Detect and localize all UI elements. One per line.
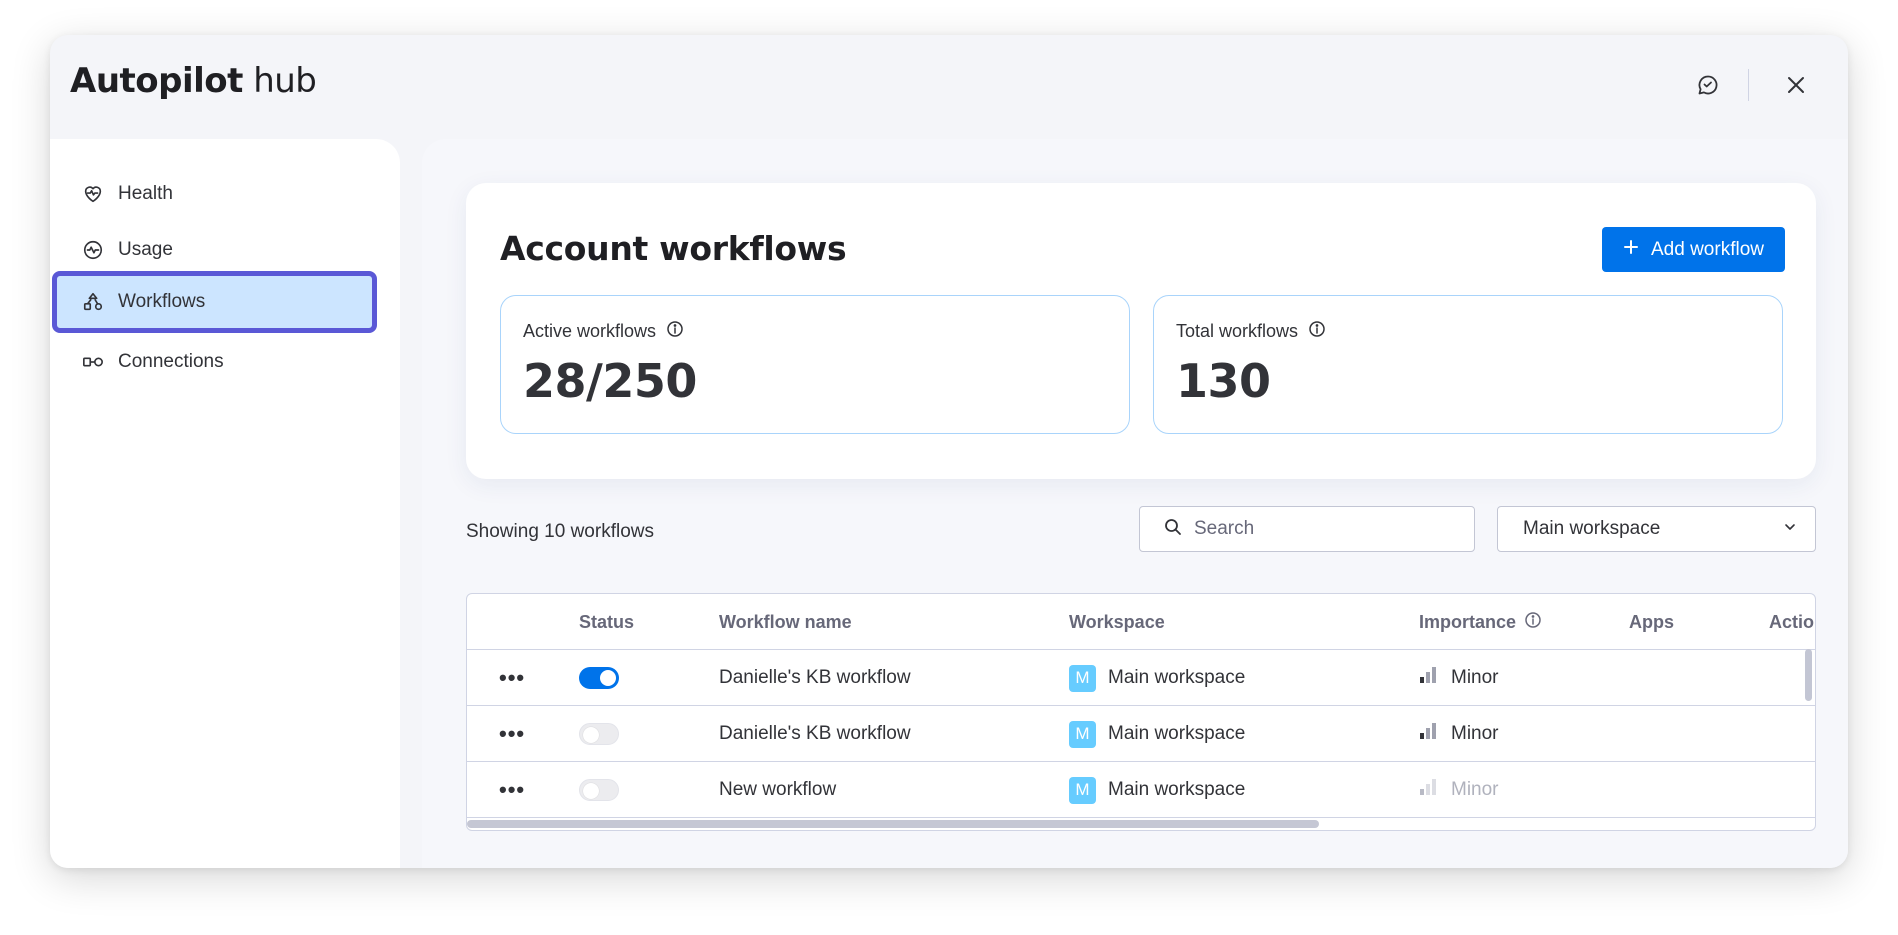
status-cell bbox=[579, 706, 619, 762]
stat-label-row: Total workflows bbox=[1176, 320, 1326, 343]
status-toggle[interactable] bbox=[579, 667, 619, 689]
activity-icon bbox=[82, 239, 104, 261]
account-workflows-card: Account workflows Add workflow Active wo… bbox=[466, 183, 1816, 479]
signal-bars-icon bbox=[1419, 722, 1437, 746]
workspace-select-value: Main workspace bbox=[1523, 518, 1661, 539]
info-icon[interactable] bbox=[1308, 320, 1326, 343]
workflow-name[interactable]: Danielle's KB workflow bbox=[719, 650, 911, 706]
add-workflow-button[interactable]: Add workflow bbox=[1602, 227, 1785, 272]
importance-label: Minor bbox=[1451, 667, 1499, 688]
heart-pulse-icon bbox=[82, 183, 104, 205]
workflows-icon bbox=[82, 291, 104, 313]
active-workflows-stat: Active workflows 28/250 bbox=[500, 295, 1130, 434]
importance-cell: Minor bbox=[1419, 762, 1499, 818]
workspace-cell: M Main workspace bbox=[1069, 762, 1245, 818]
workspace-badge: M bbox=[1069, 720, 1096, 748]
close-icon[interactable] bbox=[1776, 65, 1816, 105]
importance-cell: Minor bbox=[1419, 650, 1499, 706]
column-header-importance[interactable]: Importance bbox=[1419, 594, 1542, 650]
horizontal-scrollbar[interactable] bbox=[467, 820, 1319, 828]
toggle-knob bbox=[583, 783, 599, 799]
status-toggle[interactable] bbox=[579, 723, 619, 745]
main-content: Account workflows Add workflow Active wo… bbox=[422, 139, 1848, 868]
stat-label: Active workflows bbox=[523, 321, 657, 341]
row-menu-button[interactable]: ••• bbox=[499, 762, 525, 818]
showing-count: Showing 10 workflows bbox=[466, 521, 654, 542]
header-divider bbox=[1748, 69, 1749, 101]
workspace-badge: M bbox=[1069, 776, 1096, 804]
toggle-knob bbox=[583, 727, 599, 743]
workspace-badge: M bbox=[1069, 664, 1096, 692]
connections-icon bbox=[82, 351, 104, 373]
column-header-label: Importance bbox=[1419, 611, 1517, 632]
info-icon[interactable] bbox=[1524, 611, 1542, 634]
table-row[interactable]: ••• Danielle's KB workflow M Main worksp… bbox=[467, 706, 1815, 762]
plus-icon bbox=[1623, 239, 1639, 261]
info-icon[interactable] bbox=[666, 320, 684, 343]
sidebar: Health Usage Workflows Connections bbox=[50, 139, 400, 868]
column-header-status[interactable]: Status bbox=[579, 594, 634, 650]
sidebar-item-health[interactable]: Health bbox=[52, 163, 377, 225]
workflow-name[interactable]: New workflow bbox=[719, 762, 836, 818]
more-dots-icon: ••• bbox=[499, 777, 526, 802]
search-field[interactable] bbox=[1139, 506, 1475, 552]
sidebar-item-label: Connections bbox=[118, 351, 224, 372]
signal-bars-icon bbox=[1419, 666, 1437, 690]
importance-label: Minor bbox=[1451, 779, 1499, 800]
table-row[interactable]: ••• New workflow M Main workspace Minor bbox=[467, 762, 1815, 818]
chevron-down-icon bbox=[1783, 518, 1797, 540]
sidebar-item-label: Usage bbox=[118, 239, 173, 260]
sidebar-item-connections[interactable]: Connections bbox=[52, 331, 377, 393]
column-header-actions[interactable]: Actio bbox=[1769, 594, 1814, 650]
workspace-cell: M Main workspace bbox=[1069, 706, 1245, 762]
workspace-select[interactable]: Main workspace bbox=[1497, 506, 1816, 552]
signal-bars-icon bbox=[1419, 778, 1437, 802]
add-workflow-label: Add workflow bbox=[1651, 238, 1764, 260]
column-header-apps[interactable]: Apps bbox=[1629, 594, 1674, 650]
sidebar-item-label: Workflows bbox=[118, 291, 206, 312]
status-toggle[interactable] bbox=[579, 779, 619, 801]
stat-label-row: Active workflows bbox=[523, 320, 684, 343]
more-dots-icon: ••• bbox=[499, 721, 526, 746]
column-header-workspace[interactable]: Workspace bbox=[1069, 594, 1165, 650]
sidebar-item-label: Health bbox=[118, 183, 173, 204]
stat-label: Total workflows bbox=[1176, 321, 1299, 341]
sidebar-item-workflows[interactable]: Workflows bbox=[52, 271, 377, 333]
feedback-chat-icon[interactable] bbox=[1688, 65, 1728, 105]
row-menu-button[interactable]: ••• bbox=[499, 650, 525, 706]
importance-cell: Minor bbox=[1419, 706, 1499, 762]
search-icon bbox=[1164, 518, 1182, 541]
total-workflows-stat: Total workflows 130 bbox=[1153, 295, 1783, 434]
workspace-name: Main workspace bbox=[1108, 667, 1246, 688]
autopilot-hub-window: Autopilot hub Health Usage Workflows Con… bbox=[50, 35, 1848, 868]
app-title: Autopilot hub bbox=[70, 61, 317, 101]
stat-value: 28/250 bbox=[523, 354, 697, 408]
workspace-name: Main workspace bbox=[1108, 723, 1246, 744]
workspace-name: Main workspace bbox=[1108, 779, 1246, 800]
row-menu-button[interactable]: ••• bbox=[499, 706, 525, 762]
vertical-scrollbar[interactable] bbox=[1805, 649, 1812, 701]
workflow-name[interactable]: Danielle's KB workflow bbox=[719, 706, 911, 762]
table-header: Status Workflow name Workspace Importanc… bbox=[467, 594, 1815, 650]
importance-label: Minor bbox=[1451, 723, 1499, 744]
page-title: Account workflows bbox=[500, 229, 847, 268]
toggle-knob bbox=[600, 670, 616, 686]
stat-value: 130 bbox=[1176, 354, 1271, 408]
status-cell bbox=[579, 762, 619, 818]
table-row[interactable]: ••• Danielle's KB workflow M Main worksp… bbox=[467, 650, 1815, 706]
status-cell bbox=[579, 650, 619, 706]
search-input[interactable] bbox=[1194, 518, 1454, 540]
column-header-workflow-name[interactable]: Workflow name bbox=[719, 594, 852, 650]
more-dots-icon: ••• bbox=[499, 665, 526, 690]
workflows-table: Status Workflow name Workspace Importanc… bbox=[466, 593, 1816, 831]
workspace-cell: M Main workspace bbox=[1069, 650, 1245, 706]
